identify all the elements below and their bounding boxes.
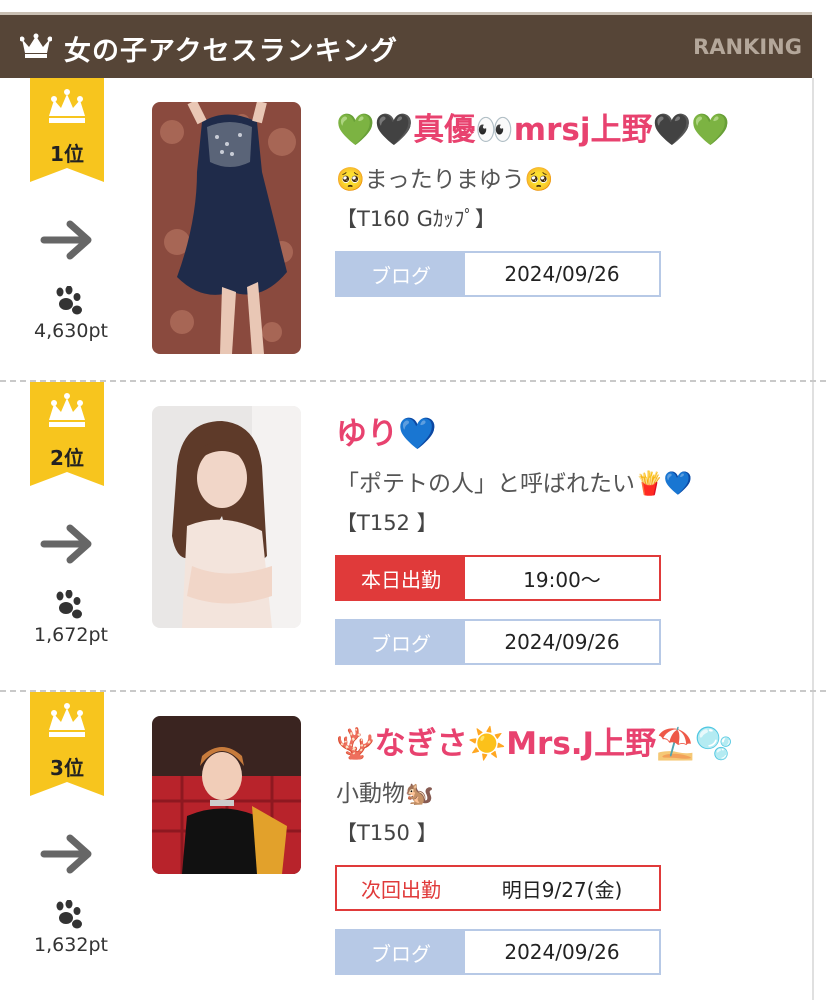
points: 4,630pt (34, 320, 108, 342)
paw-icon (56, 590, 82, 619)
blog-button[interactable]: ブログ 2024/09/26 (335, 251, 661, 297)
girl-spec: 【T152 】 (336, 511, 438, 535)
arrow-right-icon (40, 524, 92, 564)
ranking-header: 女の子アクセスランキング RANKING (0, 12, 812, 78)
blog-button[interactable]: ブログ 2024/09/26 (335, 929, 661, 975)
girl-name[interactable]: 🪸なぎさ☀️Mrs.J上野⛱️🫧 (336, 718, 733, 763)
section-en-label: RANKING (693, 35, 802, 59)
rank-badge: 3位 (30, 692, 104, 796)
girl-spec: 【T160 Gｶｯﾌﾟ】 (336, 207, 496, 231)
blog-button[interactable]: ブログ 2024/09/26 (335, 619, 661, 665)
top-strip (0, 0, 826, 12)
blog-date: 2024/09/26 (465, 621, 659, 663)
catch-phrase: 🥺まったりまゆう🥺 (336, 167, 554, 193)
today-shift-badge[interactable]: 本日出勤 19:00〜 (335, 555, 661, 601)
ranking-entry-2[interactable]: 2位 1,672pt ゆり💙 「ポテトの人」と呼ばれたい🍟💙 【T152 】 本… (0, 382, 812, 690)
points: 1,632pt (34, 934, 108, 956)
arrow-right-icon (40, 220, 92, 260)
section-title: 女の子アクセスランキング (64, 36, 398, 67)
blog-label: ブログ (371, 941, 431, 966)
girl-name[interactable]: 💚🖤真優👀mrsj上野🖤💚 (336, 104, 730, 149)
girl-photo[interactable] (152, 102, 301, 354)
girl-name[interactable]: ゆり💙 (336, 408, 437, 453)
ranking-entry-3[interactable]: 3位 1,632pt 🪸なぎさ☀️Mrs.J上野⛱️🫧 小動物🐿️ 【T150 … (0, 692, 812, 1000)
shift-time: 19:00〜 (465, 557, 659, 599)
next-shift-badge[interactable]: 次回出勤 明日9/27(金) (335, 865, 661, 911)
points: 1,672pt (34, 624, 108, 646)
girl-spec: 【T150 】 (336, 821, 438, 845)
paw-icon (56, 286, 82, 315)
shift-label: 次回出勤 (361, 877, 441, 902)
rank-badge: 1位 (30, 78, 104, 182)
paw-icon (56, 900, 82, 929)
rank-number: 3位 (50, 756, 84, 780)
rank-badge: 2位 (30, 382, 104, 486)
catch-phrase: 「ポテトの人」と呼ばれたい🍟💙 (336, 471, 693, 497)
shift-date: 明日9/27(金) (465, 867, 659, 909)
blog-date: 2024/09/26 (465, 931, 659, 973)
crown-icon (20, 33, 52, 58)
catch-phrase: 小動物🐿️ (336, 781, 434, 807)
shift-label: 本日出勤 (361, 567, 441, 592)
blog-date: 2024/09/26 (465, 253, 659, 295)
blog-label: ブログ (371, 263, 431, 288)
arrow-right-icon (40, 834, 92, 874)
scroll-edge (812, 78, 814, 1000)
rank-number: 1位 (50, 142, 84, 166)
girl-photo[interactable] (152, 406, 301, 628)
blog-label: ブログ (371, 631, 431, 656)
girl-photo[interactable] (152, 716, 301, 874)
rank-number: 2位 (50, 446, 84, 470)
ranking-entry-1[interactable]: 1位 4,630pt 💚🖤真優👀mrsj上野🖤💚 🥺まったりまゆう🥺 【T160… (0, 78, 812, 378)
